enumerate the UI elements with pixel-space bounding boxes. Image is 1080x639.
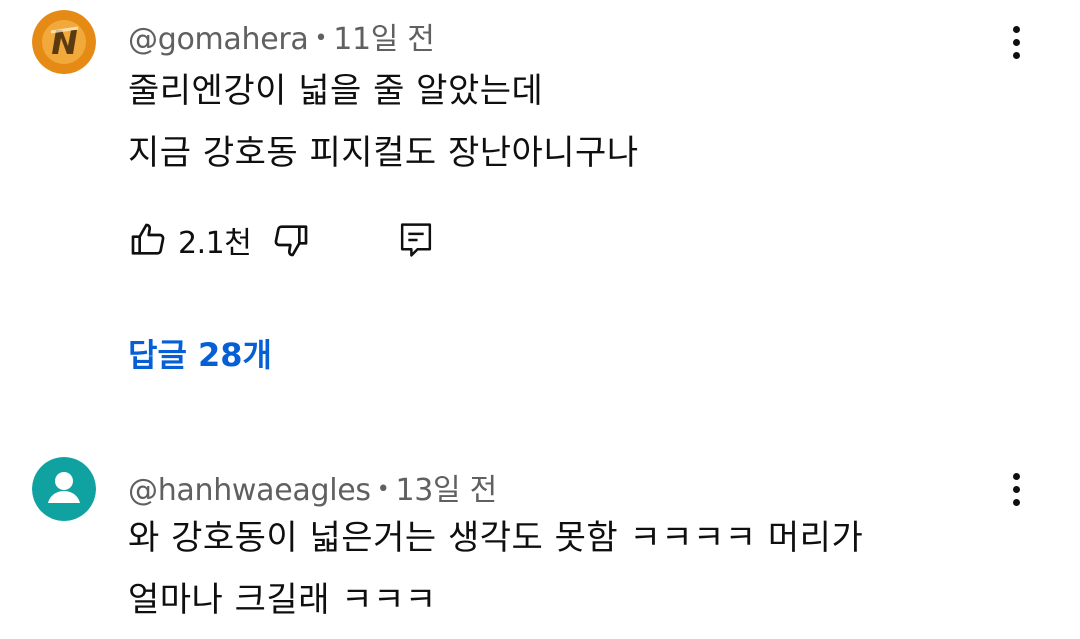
comment-time: 13일 전 bbox=[395, 473, 497, 508]
reply-icon bbox=[401, 223, 432, 257]
comment-text: 와 강호동이 넓은거는 생각도 못함 ㅋㅋㅋㅋ 머리가 얼마나 크길래 ㅋㅋㅋ bbox=[128, 507, 863, 631]
view-replies-button[interactable]: 답글 28개 bbox=[128, 330, 272, 376]
comment-author[interactable]: @hanhwaeagles bbox=[128, 473, 371, 508]
comment-meta: @hanhwaeagles • 13일 전 bbox=[128, 465, 497, 509]
comment-text: 줄리엔강이 넓을 줄 알았는데 지금 강호동 피지컬도 장난아니구나 bbox=[128, 60, 639, 184]
comment-thread: @gomahera • 11일 전 줄리엔강이 넓을 줄 알았는데 지금 강호동 피… bbox=[0, 0, 1080, 420]
comment-actions: 2.1천 bbox=[128, 212, 435, 268]
thumbs-down-icon bbox=[274, 225, 308, 257]
comment-line: 지금 강호동 피지컬도 장난아니구나 bbox=[128, 133, 639, 173]
thumbs-up-icon bbox=[131, 223, 165, 255]
comment-line: 와 강호동이 넓은거는 생각도 못함 ㅋㅋㅋㅋ 머리가 bbox=[128, 518, 864, 558]
avatar[interactable] bbox=[32, 10, 96, 74]
comment-author[interactable]: @gomahera bbox=[128, 22, 309, 57]
like-count: 2.1천 bbox=[178, 226, 252, 261]
more-options-icon[interactable] bbox=[1004, 20, 1028, 64]
comment-time: 11일 전 bbox=[333, 22, 435, 57]
reply-button[interactable] bbox=[397, 220, 435, 260]
n-logo-icon bbox=[32, 10, 96, 74]
comment-meta: @gomahera • 11일 전 bbox=[128, 14, 435, 58]
meta-separator: • bbox=[376, 477, 390, 502]
default-person-icon bbox=[32, 457, 96, 521]
dislike-button[interactable] bbox=[271, 220, 311, 260]
comment-line: 얼마나 크길래 ㅋㅋㅋ bbox=[128, 580, 437, 620]
like-button[interactable] bbox=[128, 220, 168, 260]
meta-separator: • bbox=[314, 26, 328, 51]
comment-thread: @hanhwaeagles • 13일 전 와 강호동이 넓은거는 생각도 못함 ㅋ… bbox=[0, 445, 1080, 639]
comment-line: 줄리엔강이 넓을 줄 알았는데 bbox=[128, 71, 544, 111]
more-options-icon[interactable] bbox=[1004, 467, 1028, 511]
avatar[interactable] bbox=[32, 457, 96, 521]
